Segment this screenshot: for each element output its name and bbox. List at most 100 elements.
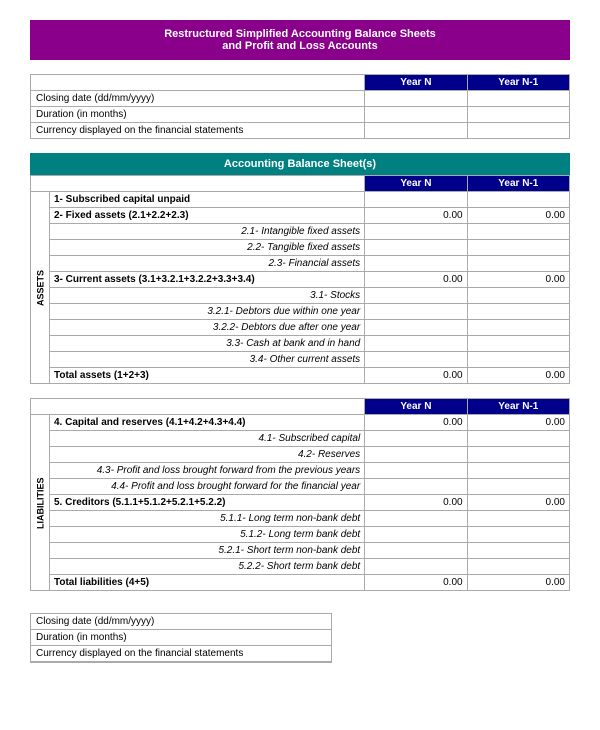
assets-row-label: 3- Current assets (3.1+3.2.1+3.2.2+3.3+3… [50, 272, 365, 288]
assets-row-label: 3.2.1- Debtors due within one year [50, 304, 365, 320]
assets-row-year-n [365, 224, 467, 240]
assets-row-label: Total assets (1+2+3) [50, 368, 365, 384]
assets-row-year-n1: 0.00 [467, 272, 569, 288]
bottom-info-box: Closing date (dd/mm/yyyy) Duration (in m… [30, 613, 332, 663]
liabilities-row-year-n1 [467, 463, 569, 479]
bottom-info-row: Currency displayed on the financial stat… [31, 646, 331, 662]
assets-row-year-n1 [467, 256, 569, 272]
liabilities-row-year-n [365, 431, 467, 447]
top-info-table: Year N Year N-1 Closing date (dd/mm/yyyy… [30, 74, 570, 139]
balance-sheet-title: Accounting Balance Sheet(s) [30, 153, 570, 175]
liabilities-row-year-n1 [467, 559, 569, 575]
assets-table: Year N Year N-1 ASSETS 1- Subscribed cap… [30, 175, 570, 384]
top-info-year-n [365, 91, 467, 107]
liabilities-header-year-n1: Year N-1 [467, 399, 569, 415]
assets-row-label: 3.2.2- Debtors due after one year [50, 320, 365, 336]
assets-row-year-n [365, 240, 467, 256]
assets-row: Total assets (1+2+3) 0.00 0.00 [31, 368, 570, 384]
assets-row: ASSETS 1- Subscribed capital unpaid [31, 192, 570, 208]
assets-row-year-n [365, 336, 467, 352]
assets-row-year-n1 [467, 288, 569, 304]
assets-row-year-n [365, 192, 467, 208]
assets-row: 3- Current assets (3.1+3.2.1+3.2.2+3.3+3… [31, 272, 570, 288]
assets-row-label: 2.3- Financial assets [50, 256, 365, 272]
top-info-label: Duration (in months) [31, 107, 365, 123]
assets-row-year-n: 0.00 [365, 368, 467, 384]
top-info-label: Closing date (dd/mm/yyyy) [31, 91, 365, 107]
bottom-info-row: Closing date (dd/mm/yyyy) [31, 614, 331, 630]
assets-header-year-n: Year N [365, 176, 467, 192]
assets-row-label: 1- Subscribed capital unpaid [50, 192, 365, 208]
liabilities-row-year-n1 [467, 527, 569, 543]
assets-row-label: 3.1- Stocks [50, 288, 365, 304]
top-info-row: Duration (in months) [31, 107, 570, 123]
top-info-row: Closing date (dd/mm/yyyy) [31, 91, 570, 107]
liabilities-row: LIABILITIES 4. Capital and reserves (4.1… [31, 415, 570, 431]
top-info-year-n1 [467, 91, 569, 107]
liabilities-row: 4.1- Subscribed capital [31, 431, 570, 447]
liabilities-row-year-n1 [467, 447, 569, 463]
liabilities-row-label: 5.1.2- Long term bank debt [50, 527, 365, 543]
assets-row-year-n1 [467, 192, 569, 208]
assets-row-year-n1 [467, 224, 569, 240]
bottom-info-label: Closing date (dd/mm/yyyy) [31, 614, 331, 630]
liabilities-row-year-n1 [467, 431, 569, 447]
assets-row-label: 3.3- Cash at bank and in hand [50, 336, 365, 352]
assets-row-year-n1 [467, 320, 569, 336]
liabilities-row: 5.2.2- Short term bank debt [31, 559, 570, 575]
liabilities-row-year-n1 [467, 479, 569, 495]
assets-row: 3.4- Other current assets [31, 352, 570, 368]
assets-row: 2- Fixed assets (2.1+2.2+2.3) 0.00 0.00 [31, 208, 570, 224]
assets-row-label: 2.1- Intangible fixed assets [50, 224, 365, 240]
assets-row-year-n1 [467, 352, 569, 368]
assets-row-year-n1: 0.00 [467, 208, 569, 224]
assets-row: 3.2.2- Debtors due after one year [31, 320, 570, 336]
bottom-info-row: Duration (in months) [31, 630, 331, 646]
liabilities-row-year-n1 [467, 511, 569, 527]
liabilities-row-year-n [365, 447, 467, 463]
top-info-year-n [365, 123, 467, 139]
assets-row: 3.1- Stocks [31, 288, 570, 304]
liabilities-row-label: 4.4- Profit and loss brought forward for… [50, 479, 365, 495]
liabilities-row-year-n1: 0.00 [467, 415, 569, 431]
liabilities-row-label: 4. Capital and reserves (4.1+4.2+4.3+4.4… [50, 415, 365, 431]
assets-section-label: ASSETS [31, 192, 50, 384]
top-info-year-n1 [467, 107, 569, 123]
assets-row: 2.1- Intangible fixed assets [31, 224, 570, 240]
liabilities-row-label: 5.1.1- Long term non-bank debt [50, 511, 365, 527]
liabilities-table: Year N Year N-1 LIABILITIES 4. Capital a… [30, 398, 570, 591]
main-title: Restructured Simplified Accounting Balan… [30, 20, 570, 60]
assets-row-year-n: 0.00 [365, 272, 467, 288]
liabilities-row-year-n [365, 463, 467, 479]
liabilities-row-label: 5.2.1- Short term non-bank debt [50, 543, 365, 559]
assets-row-label: 2.2- Tangible fixed assets [50, 240, 365, 256]
liabilities-section-label: LIABILITIES [31, 415, 50, 591]
assets-header-year-n1: Year N-1 [467, 176, 569, 192]
liabilities-row-label: 4.1- Subscribed capital [50, 431, 365, 447]
liabilities-row-year-n [365, 511, 467, 527]
liabilities-row-year-n1: 0.00 [467, 575, 569, 591]
liabilities-row-year-n: 0.00 [365, 495, 467, 511]
assets-row-year-n [365, 320, 467, 336]
liabilities-row-label: 4.2- Reserves [50, 447, 365, 463]
liabilities-row-year-n: 0.00 [365, 575, 467, 591]
assets-row: 3.3- Cash at bank and in hand [31, 336, 570, 352]
assets-row-year-n [365, 304, 467, 320]
liabilities-row: 4.4- Profit and loss brought forward for… [31, 479, 570, 495]
top-info-label: Currency displayed on the financial stat… [31, 123, 365, 139]
liabilities-row-year-n [365, 527, 467, 543]
bottom-info-label: Duration (in months) [31, 630, 331, 646]
liabilities-row: 4.3- Profit and loss brought forward fro… [31, 463, 570, 479]
liabilities-row-year-n [365, 479, 467, 495]
liabilities-row: 5. Creditors (5.1.1+5.1.2+5.2.1+5.2.2) 0… [31, 495, 570, 511]
assets-row-year-n1 [467, 336, 569, 352]
liabilities-row: 5.1.1- Long term non-bank debt [31, 511, 570, 527]
assets-row-year-n [365, 352, 467, 368]
liabilities-row-year-n [365, 543, 467, 559]
liabilities-row-label: 5.2.2- Short term bank debt [50, 559, 365, 575]
liabilities-row: 5.1.2- Long term bank debt [31, 527, 570, 543]
liabilities-row-label: 4.3- Profit and loss brought forward fro… [50, 463, 365, 479]
top-info-row: Currency displayed on the financial stat… [31, 123, 570, 139]
top-header-year-n: Year N [365, 75, 467, 91]
bottom-info-label: Currency displayed on the financial stat… [31, 646, 331, 662]
